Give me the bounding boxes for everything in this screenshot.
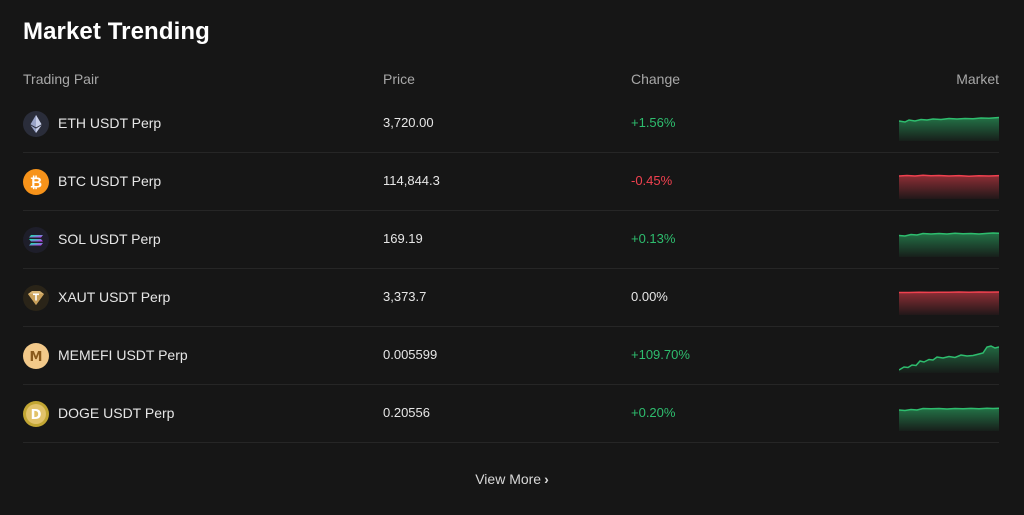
change-value: -0.45% <box>631 173 673 188</box>
pair-name: ETH USDT Perp <box>58 115 162 131</box>
svg-text:D: D <box>31 408 42 423</box>
price-value: 3,720.00 <box>383 115 434 130</box>
sparkline-chart <box>899 116 999 141</box>
header-change: Change <box>631 71 681 87</box>
svg-text:M: M <box>30 350 43 365</box>
btc-icon: ₿ <box>23 169 49 195</box>
price-value: 114,844.3 <box>383 173 440 188</box>
header-trading-pair: Trading Pair <box>23 71 99 87</box>
sol-icon <box>23 227 49 253</box>
pair-name: SOL USDT Perp <box>58 231 161 247</box>
sparkline-chart <box>899 232 999 257</box>
view-more-link[interactable]: View More › <box>0 471 1024 487</box>
memefi-icon: M <box>23 343 49 369</box>
table-row[interactable]: XAUT USDT Perp 3,373.7 0.00% <box>23 269 999 327</box>
eth-icon <box>23 111 49 137</box>
change-value: +109.70% <box>631 347 690 362</box>
pair-name: MEMEFI USDT Perp <box>58 347 188 363</box>
svg-text:₿: ₿ <box>30 174 42 192</box>
table-row[interactable]: ETH USDT Perp 3,720.00 +1.56% <box>23 95 999 153</box>
market-trending-panel: Market Trending Trading Pair Price Chang… <box>0 0 1024 515</box>
change-value: +0.20% <box>631 405 676 420</box>
sparkline-chart <box>899 345 999 373</box>
sparkline-chart <box>899 291 999 315</box>
sparkline-chart <box>899 407 999 431</box>
price-value: 169.19 <box>383 231 423 246</box>
doge-icon: D <box>23 401 49 427</box>
pair-name: XAUT USDT Perp <box>58 289 171 305</box>
change-value: +1.56% <box>631 115 676 130</box>
xaut-icon <box>23 285 49 311</box>
change-value: +0.13% <box>631 231 676 246</box>
change-value: 0.00% <box>631 289 668 304</box>
table-row[interactable]: SOL USDT Perp 169.19 +0.13% <box>23 211 999 269</box>
table-row[interactable]: D DOGE USDT Perp 0.20556 +0.20% <box>23 385 999 443</box>
pair-name: DOGE USDT Perp <box>58 405 175 421</box>
table-row[interactable]: M MEMEFI USDT Perp 0.005599 +109.70% <box>23 327 999 385</box>
header-market: Market <box>956 71 999 87</box>
table-header: Trading Pair Price Change Market <box>23 71 999 89</box>
price-value: 0.20556 <box>383 405 430 420</box>
page-title: Market Trending <box>23 18 210 45</box>
price-value: 3,373.7 <box>383 289 427 304</box>
chevron-right-icon: › <box>544 471 549 487</box>
view-more-label: View More <box>475 471 542 487</box>
market-table: ETH USDT Perp 3,720.00 +1.56% ₿ BTC USDT… <box>23 95 999 443</box>
pair-name: BTC USDT Perp <box>58 173 162 189</box>
table-row[interactable]: ₿ BTC USDT Perp 114,844.3 -0.45% <box>23 153 999 211</box>
sparkline-chart <box>899 174 999 199</box>
header-price: Price <box>383 71 415 87</box>
price-value: 0.005599 <box>383 347 438 362</box>
